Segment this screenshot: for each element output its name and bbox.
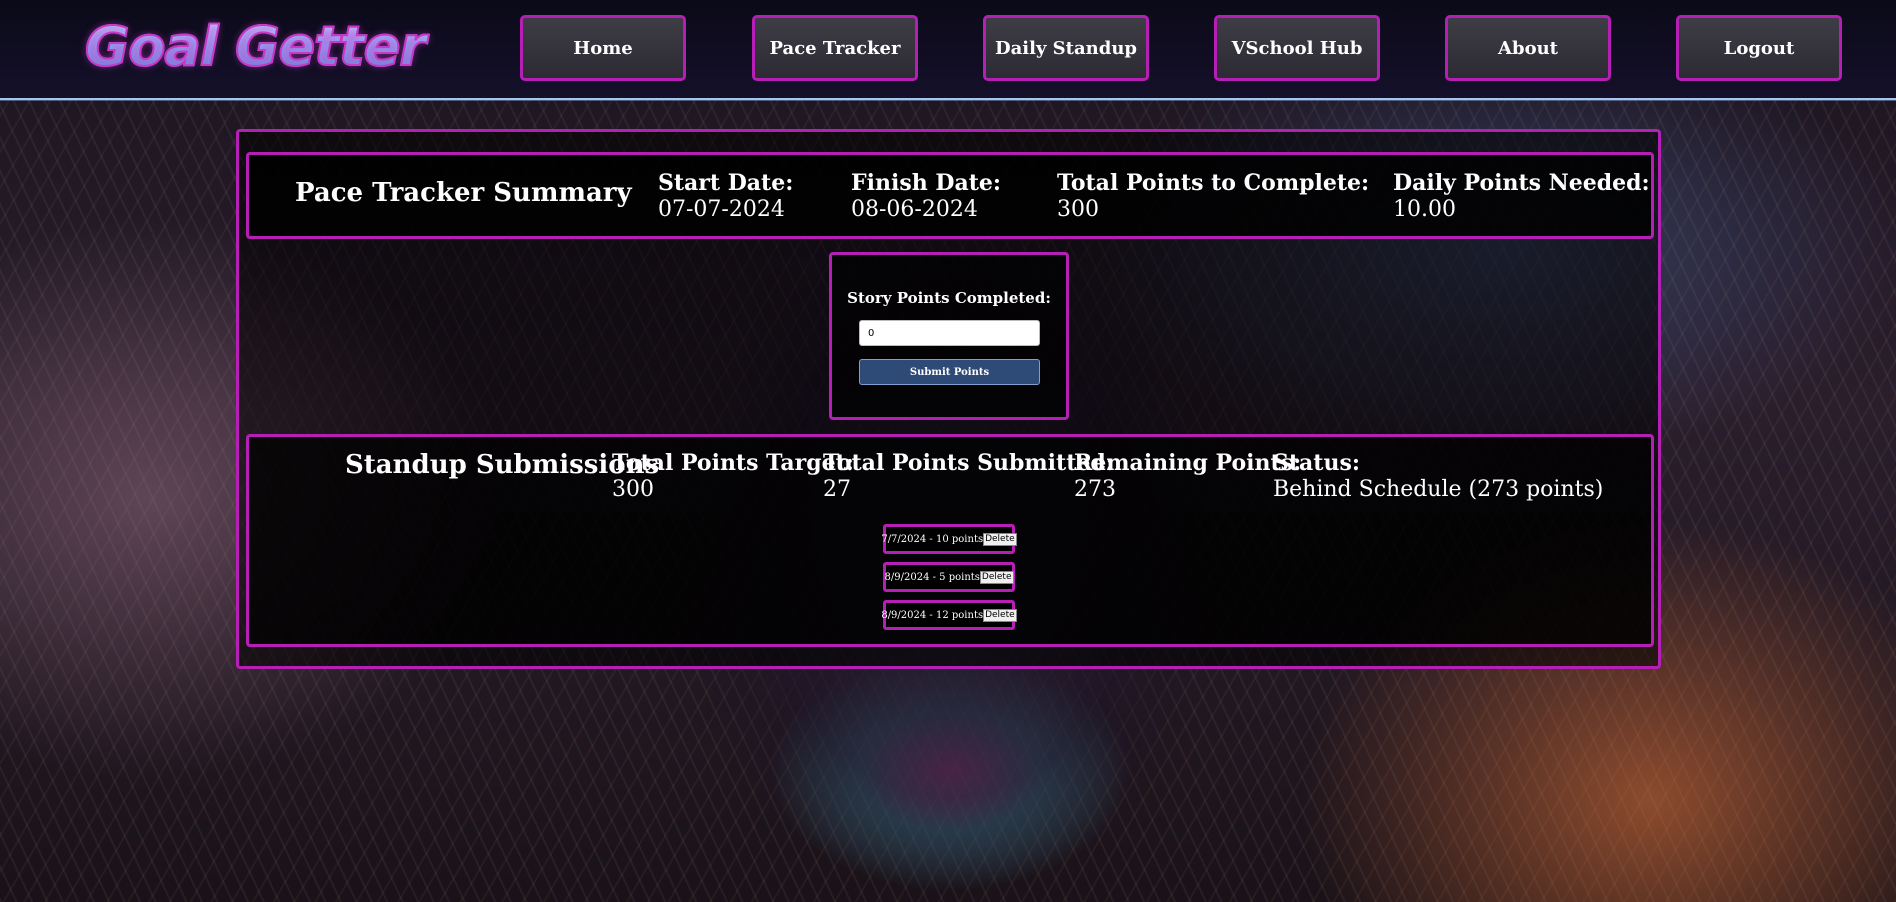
submission-text: 8/9/2024 - 5 points — [884, 571, 980, 583]
points-target-value: 300 — [612, 477, 654, 502]
start-date-label: Start Date: — [658, 170, 794, 196]
daily-points-value: 10.00 — [1393, 197, 1456, 222]
delete-submission-button[interactable]: Delete — [983, 532, 1017, 546]
points-target-label: Total Points Target: — [612, 450, 854, 476]
status-label: Status: — [1273, 450, 1360, 476]
remaining-points-value: 273 — [1074, 477, 1116, 502]
points-submitted-value: 27 — [823, 477, 851, 502]
submission-item: 8/9/2024 - 12 points Delete — [881, 600, 1017, 630]
story-points-label: Story Points Completed: — [847, 289, 1051, 307]
summary-title: Pace Tracker Summary — [295, 178, 632, 208]
submission-text: 7/7/2024 - 10 points — [881, 533, 984, 545]
goal-getter-logo[interactable]: Goal Getter — [84, 12, 430, 82]
total-points-label: Total Points to Complete: — [1057, 170, 1370, 196]
nav-about-button[interactable]: About — [1445, 15, 1611, 81]
total-points-value: 300 — [1057, 197, 1099, 222]
status-value: Behind Schedule (273 points) — [1273, 477, 1604, 502]
nav-pace-tracker-button[interactable]: Pace Tracker — [752, 15, 918, 81]
submission-item: 7/7/2024 - 10 points Delete — [881, 524, 1017, 554]
delete-submission-button[interactable]: Delete — [983, 608, 1017, 622]
points-submitted-label: Total Points Submitted: — [823, 450, 1114, 476]
status-stat: Status: Behind Schedule (273 points) — [1273, 450, 1603, 504]
submit-points-button[interactable]: Submit Points — [859, 359, 1040, 385]
nav-logout-button[interactable]: Logout — [1676, 15, 1842, 81]
delete-submission-button[interactable]: Delete — [979, 570, 1014, 584]
submission-item: 8/9/2024 - 5 points Delete — [883, 562, 1015, 592]
start-date-stat: Start Date: 07-07-2024 — [658, 170, 793, 224]
remaining-points-label: Remaining Points: — [1074, 450, 1302, 476]
submission-text: 8/9/2024 - 12 points — [881, 609, 984, 621]
nav-home-button[interactable]: Home — [520, 15, 686, 81]
points-target-stat: Total Points Target: 300 — [612, 450, 854, 504]
daily-points-stat: Daily Points Needed: 10.00 — [1393, 170, 1650, 224]
nav-daily-standup-button[interactable]: Daily Standup — [983, 15, 1149, 81]
points-submitted-stat: Total Points Submitted: 27 — [823, 450, 1114, 504]
remaining-points-stat: Remaining Points: 273 — [1074, 450, 1301, 504]
finish-date-label: Finish Date: — [851, 170, 1001, 196]
story-points-input[interactable] — [859, 320, 1040, 346]
start-date-value: 07-07-2024 — [658, 197, 785, 222]
daily-points-label: Daily Points Needed: — [1393, 170, 1650, 196]
finish-date-value: 08-06-2024 — [851, 197, 978, 222]
total-points-stat: Total Points to Complete: 300 — [1057, 170, 1369, 224]
finish-date-stat: Finish Date: 08-06-2024 — [851, 170, 1001, 224]
nav-vschool-hub-button[interactable]: VSchool Hub — [1214, 15, 1380, 81]
